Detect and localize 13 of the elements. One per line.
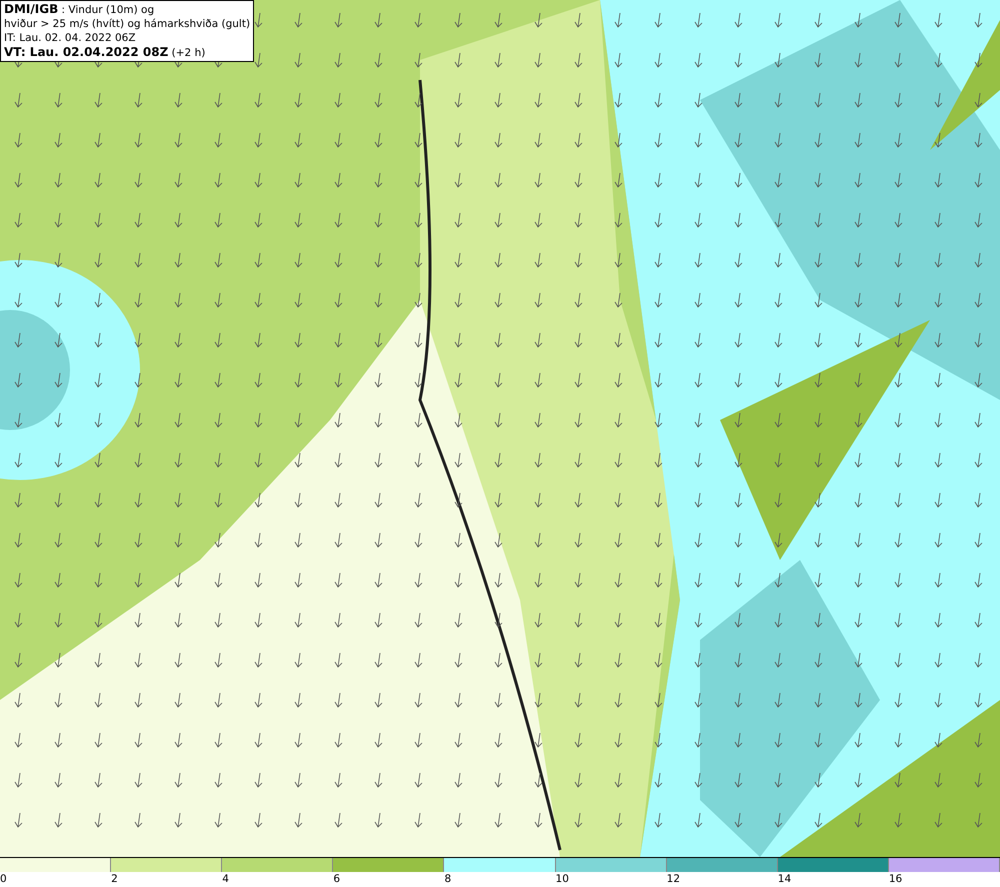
legend-label: 10 bbox=[556, 872, 569, 886]
legend-label: 2 bbox=[111, 872, 118, 886]
legend-label: 0 bbox=[0, 872, 7, 886]
header-text: IT: Lau. 02. 04. 2022 06Z bbox=[4, 31, 137, 45]
legend-label: 14 bbox=[778, 872, 792, 886]
legend-label: 8 bbox=[444, 872, 452, 886]
legend-label: 12 bbox=[666, 872, 680, 886]
header-text: hviður > 25 m/s (hvítt) og hámarkshviða (gult) bbox=[4, 17, 250, 31]
header-text: DMI/IGB : Vindur (10m) og bbox=[4, 2, 156, 17]
header-text: VT: Lau. 02.04.2022 08Z (+2 h) bbox=[4, 45, 206, 60]
legend-label: 4 bbox=[222, 872, 229, 886]
legend-label: 16 bbox=[888, 872, 902, 886]
legend-label: 6 bbox=[333, 872, 340, 886]
